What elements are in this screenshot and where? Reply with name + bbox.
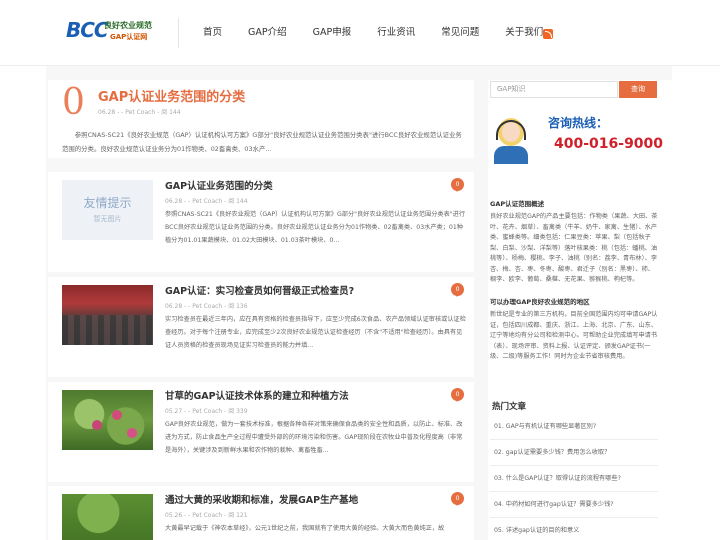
post-excerpt: 大黄最早记载于《神农本草经》，公元1世纪之前，我国就有了使用大黄的经验。大黄大而… [165, 525, 445, 532]
comment-count-badge[interactable]: 0 [451, 492, 464, 506]
post-thumbnail[interactable] [62, 390, 153, 450]
post-title[interactable]: GAP认证：实习检查员如何晋级正式检查员? [165, 283, 354, 297]
nav-home[interactable]: 首页 [190, 0, 235, 66]
featured-meta: 06.28 - - Pet Coach - 阅 144 [98, 109, 181, 116]
hot-articles-heading: 热门文章 [492, 402, 527, 412]
logo-mark: BCC [66, 18, 109, 42]
post-thumbnail[interactable]: 友情提示 暂无图片 [62, 180, 153, 240]
post-thumbnail[interactable] [62, 494, 153, 540]
thumb-placeholder-title: 友情提示 [83, 196, 132, 210]
main-nav: 首页 GAP介绍 GAP申报 行业资讯 常见问题 关于我们 [190, 0, 556, 66]
post-item: 甘草的GAP认证技术体系的建立和种植方法 05.27 - - Pet Coach… [48, 382, 474, 482]
hot-article-link[interactable]: 01. GAP与有机认证有哪些显著区别? [490, 414, 658, 440]
hot-article-link[interactable]: 05. 详述gap认证的目的和意义 [490, 518, 658, 540]
post-meta: 05.26 - - Pet Coach - 阅 121 [165, 512, 248, 519]
featured-excerpt: 参照CNAS-SC21《良好农业规范（GAP）认证机构认可方案》G部分"良好农业… [62, 131, 462, 153]
post-meta: 06.28 - - Pet Coach - 阅 144 [165, 198, 248, 205]
support-avatar-icon [490, 110, 530, 164]
featured-comment-count: 0 [62, 82, 85, 123]
scope-overview-text: 良好农业规范GAP的产品主要包括：作物类（果蔬、大田、茶叶、花卉、烟草）、畜禽类… [490, 213, 658, 283]
comment-count-badge[interactable]: 0 [451, 388, 464, 402]
logo-divider [178, 18, 179, 48]
thumb-placeholder-sub: 暂无图片 [93, 215, 122, 223]
post-excerpt: 参照CNAS-SC21《良好农业规范（GAP）认证机构认可方案》G部分"良好农业… [165, 211, 466, 244]
region-heading[interactable]: 可以办理GAP良好农业规范的地区 [490, 296, 658, 306]
post-item: 通过大黄的采收期和标准，发展GAP生产基地 05.26 - - Pet Coac… [48, 486, 474, 540]
post-item: 友情提示 暂无图片 GAP认证业务范围的分类 06.28 - - Pet Coa… [48, 172, 474, 272]
scope-overview-heading[interactable]: GAP认证范围概述 [490, 198, 658, 208]
post-title[interactable]: 通过大黄的采收期和标准，发展GAP生产基地 [165, 492, 358, 506]
site-logo[interactable]: BCC 良好农业规范 GAP认证网 [66, 18, 158, 48]
post-meta: 05.27 - - Pet Coach - 阅 339 [165, 408, 248, 415]
comment-count-badge[interactable]: 0 [451, 178, 464, 192]
post-excerpt: GAP良好农业规范，做为一套技术标准，根据各种各样对策来确保食品类的安全性和品质… [165, 421, 463, 454]
hotline-title: 咨询热线： [548, 116, 609, 130]
featured-title[interactable]: GAP认证业务范围的分类 [98, 86, 245, 105]
region-info: 可以办理GAP良好农业规范的地区 新世纪是专业的第三方机构，目前全国范围内均可申… [490, 296, 658, 363]
nav-gap-intro[interactable]: GAP介绍 [235, 0, 300, 66]
post-excerpt: 实习检查员在最近三年内，应在具有资格的检查员指导下，应至少完成6次食品、农产品领… [165, 316, 466, 349]
hotline-banner[interactable]: 咨询热线： 400-016-9000 [490, 108, 663, 166]
hot-article-link[interactable]: 02. gap认证需要多少钱？费用怎么收取？ [490, 440, 658, 466]
post-item: GAP认证：实习检查员如何晋级正式检查员? 06.28 - - Pet Coac… [48, 277, 474, 377]
hotline-number: 400-016-9000 [554, 136, 664, 152]
search-button[interactable]: 查询 [619, 81, 657, 98]
post-title[interactable]: GAP认证业务范围的分类 [165, 178, 273, 192]
post-title[interactable]: 甘草的GAP认证技术体系的建立和种植方法 [165, 388, 349, 402]
sidebar: GAP知识 查询 咨询热线： 400-016-9000 GAP认证范围概述 良好… [488, 80, 672, 540]
post-thumbnail[interactable] [62, 285, 153, 345]
post-meta: 06.28 - - Pet Coach - 阅 136 [165, 303, 248, 310]
comment-count-badge[interactable]: 0 [451, 283, 464, 297]
nav-faq[interactable]: 常见问题 [428, 0, 492, 66]
search-input[interactable]: GAP知识 [490, 81, 618, 98]
rss-icon[interactable] [543, 29, 553, 39]
nav-industry-news[interactable]: 行业资讯 [364, 0, 428, 66]
scope-overview: GAP认证范围概述 良好农业规范GAP的产品主要包括：作物类（果蔬、大田、茶叶、… [490, 198, 658, 286]
hot-article-link[interactable]: 04. 中药材如何进行gap认证？需要多少钱? [490, 492, 658, 518]
region-text: 新世纪是专业的第三方机构，目前全国范围内均可申请GAP认证，包括四川成都、重庆、… [490, 311, 658, 360]
logo-line2: GAP认证网 [110, 33, 148, 41]
hot-articles-list: 01. GAP与有机认证有哪些显著区别? 02. gap认证需要多少钱？费用怎么… [490, 414, 658, 540]
featured-post[interactable]: 0 GAP认证业务范围的分类 06.28 - - Pet Coach - 阅 1… [48, 80, 474, 158]
logo-line1: 良好农业规范 [104, 21, 152, 30]
nav-gap-apply[interactable]: GAP申报 [300, 0, 365, 66]
site-header: BCC 良好农业规范 GAP认证网 首页 GAP介绍 GAP申报 行业资讯 常见… [0, 0, 720, 66]
hot-article-link[interactable]: 03. 什么是GAP认证？取得认证的流程有哪些? [490, 466, 658, 492]
